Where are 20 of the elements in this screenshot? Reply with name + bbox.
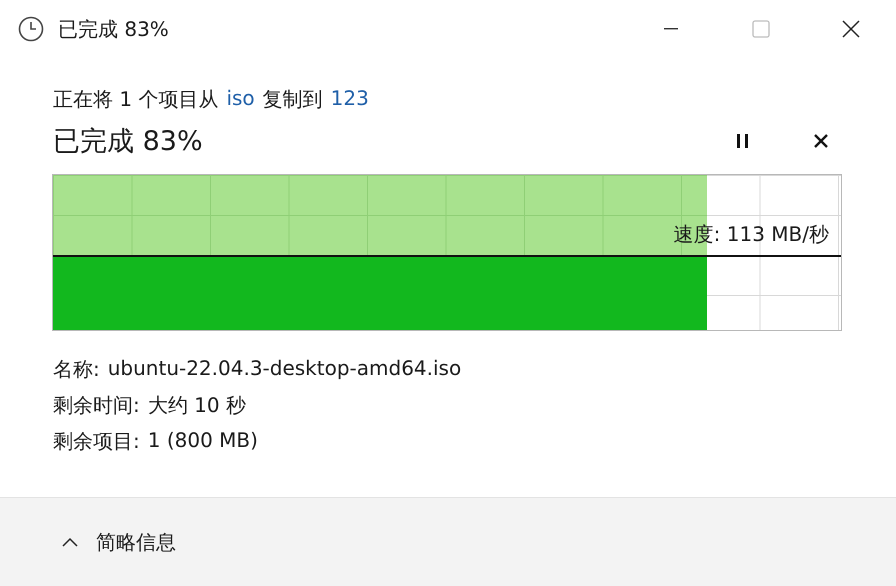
destination-link[interactable]: 123 [330,86,369,113]
caret-icon [62,537,78,547]
detail-value: 大约 10 秒 [148,392,246,419]
clock-icon [18,16,44,42]
detail-value: 1 (800 MB) [148,428,258,454]
detail-value: ubuntu-22.04.3-desktop-amd64.iso [108,356,462,382]
detail-label: 名称: [53,356,100,383]
copy-status-text: 复制到 [262,86,323,113]
close-icon [842,20,860,38]
progress-heading: 已完成 83% [53,125,204,159]
pause-icon [736,133,750,149]
close-icon [813,133,829,149]
maximize-icon [752,20,770,38]
detail-label: 剩余时间: [53,392,140,419]
detail-label: 剩余项目: [53,428,140,455]
copy-status-text: 正在将 1 个项目从 [53,86,218,113]
minimize-icon [664,28,678,30]
details-toggle[interactable]: 简略信息 [58,524,180,560]
source-link[interactable]: iso [226,86,255,113]
window-title: 已完成 83% [58,16,170,42]
